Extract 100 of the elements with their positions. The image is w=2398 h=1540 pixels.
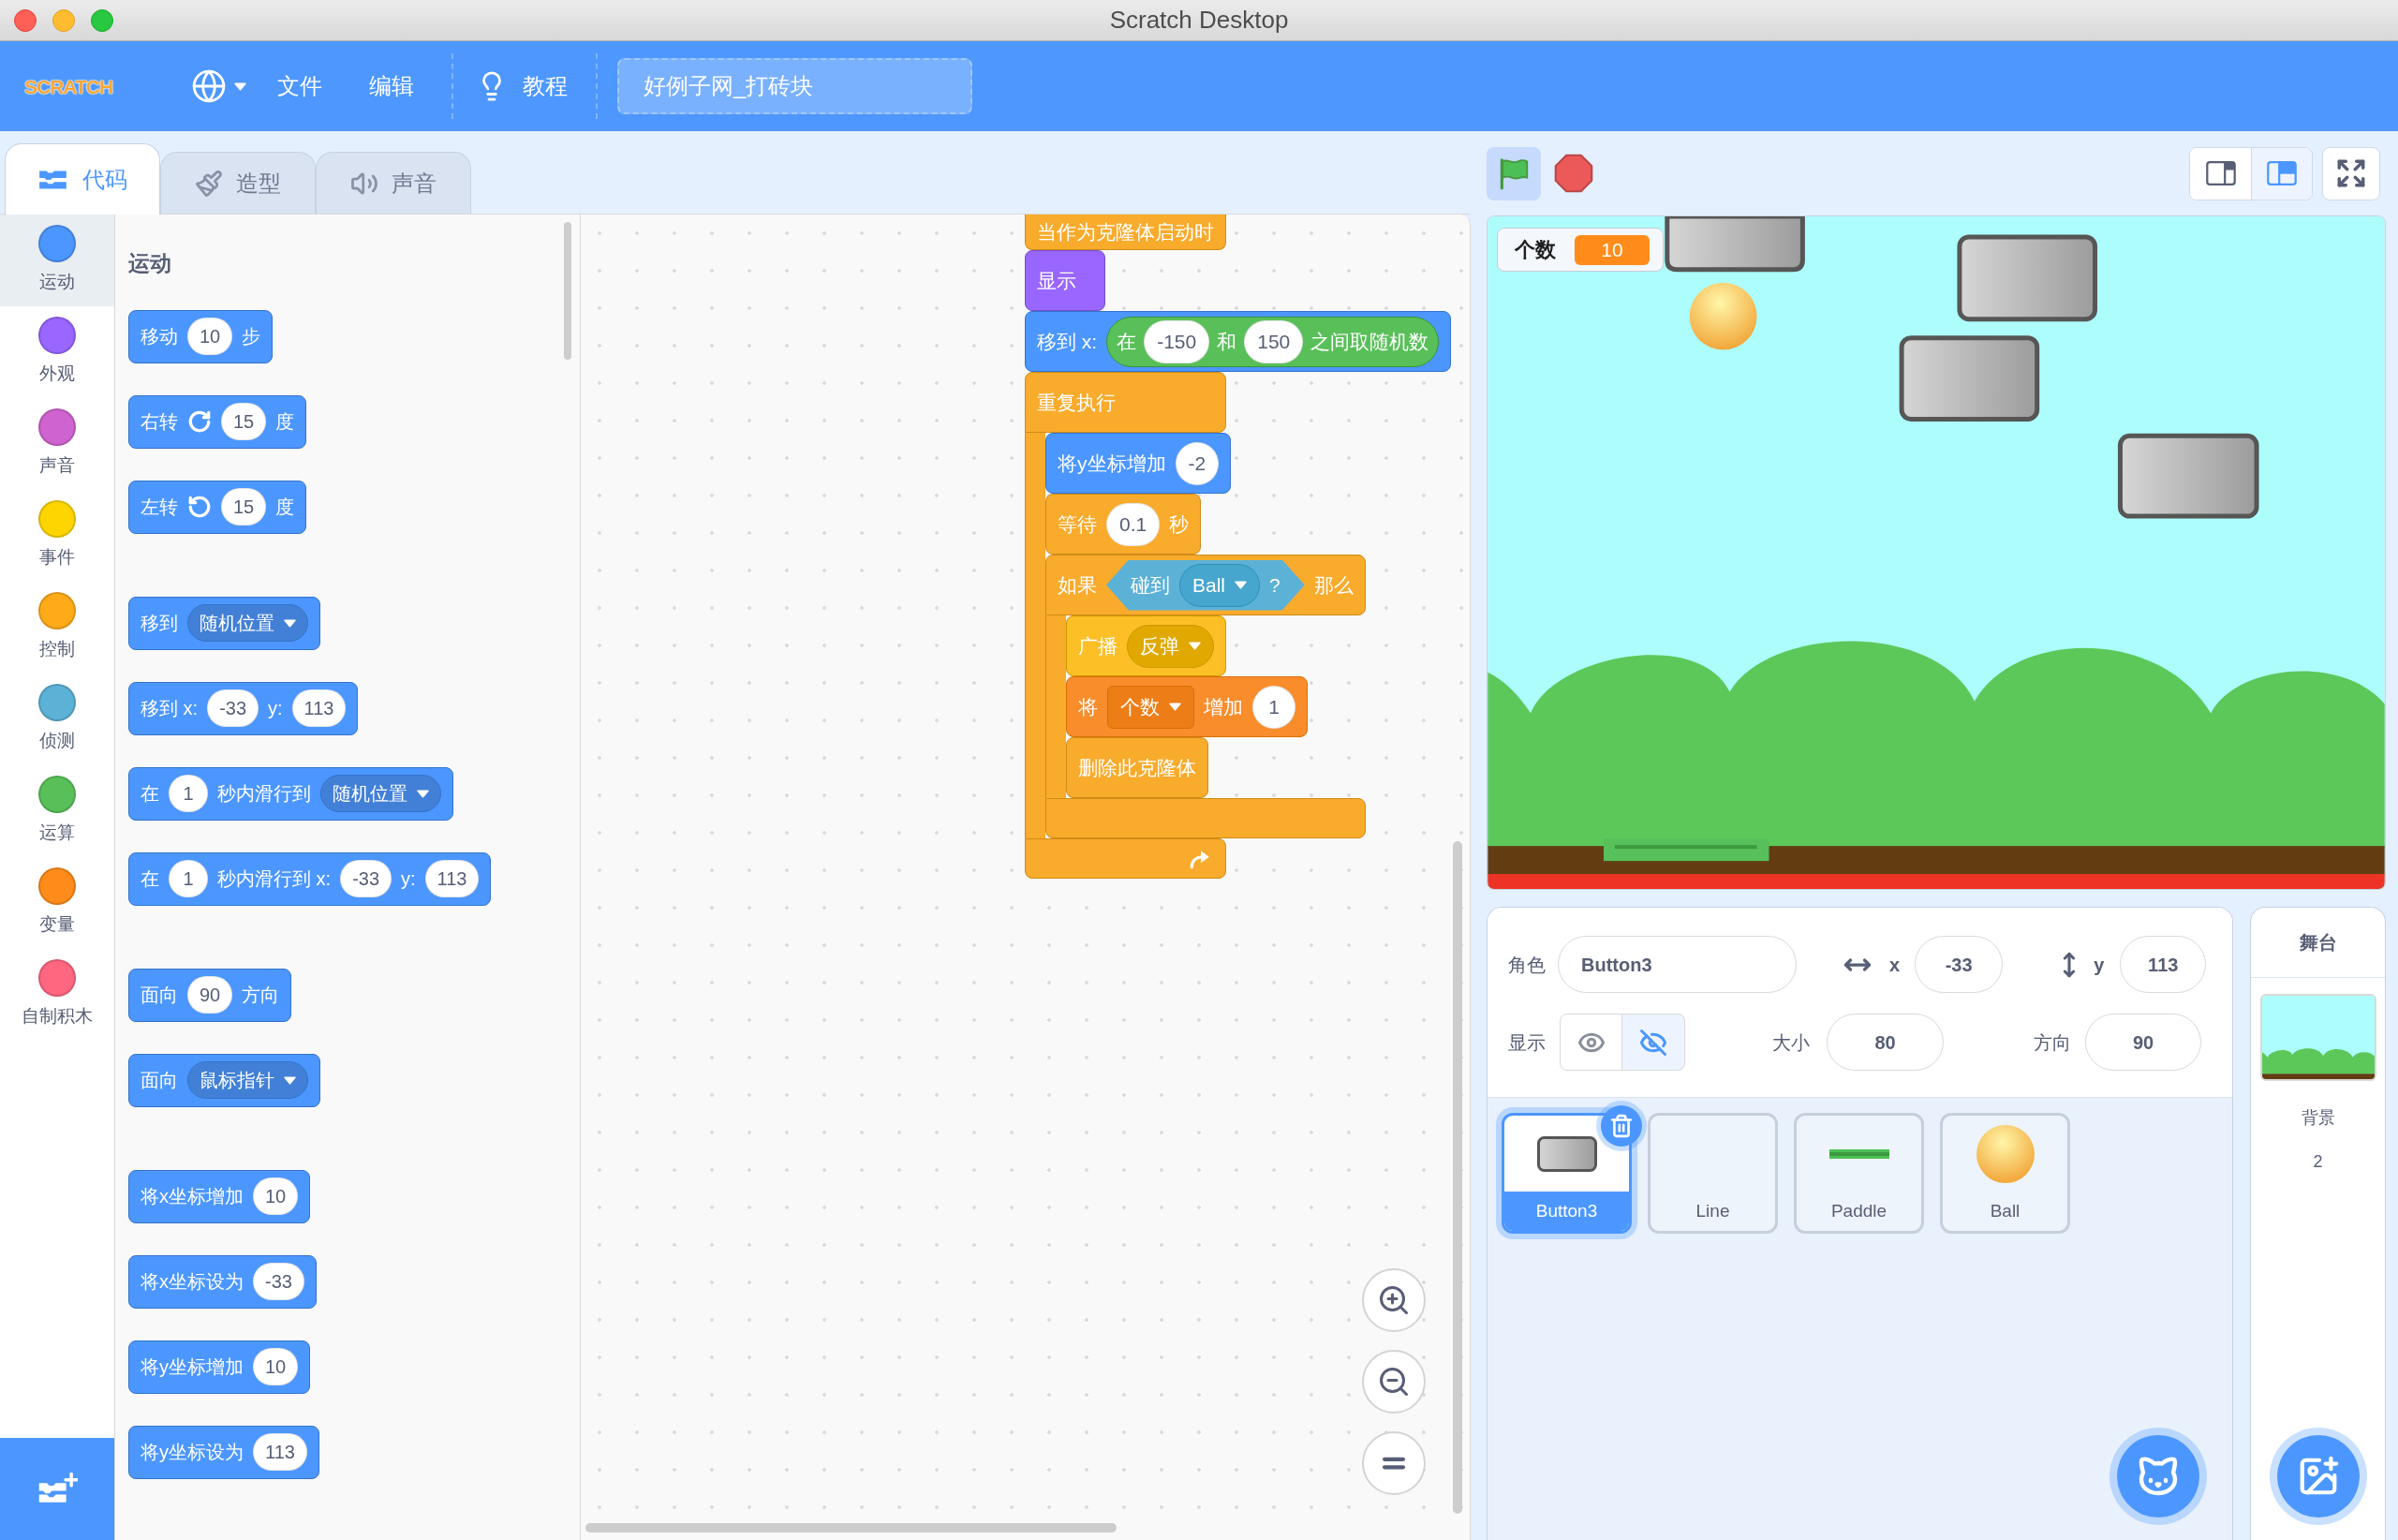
value-field[interactable]: 1 [169,775,208,812]
code-block[interactable]: 等待 0.1 秒 [1045,494,1202,555]
block-label: 方向 [242,984,280,1007]
sprite-tile[interactable]: Paddle [1794,1113,1924,1234]
add-extension-button[interactable] [0,1438,114,1540]
block-label: 移动 [141,325,178,348]
stage-selector-pane[interactable]: 舞台 背景 2 [2250,907,2386,1540]
sprite-name-field[interactable]: Button3 [1558,936,1797,993]
dropdown-menu[interactable]: 随机位置 [187,604,308,642]
code-block[interactable]: 移动 10 步 [128,309,274,363]
code-block[interactable]: 面向 90 方向 [128,968,292,1022]
scrollbar[interactable] [1453,841,1462,1514]
y-position-field[interactable]: 113 [2120,936,2207,993]
value-field[interactable]: -33 [207,689,259,727]
rotate-counterclockwise-icon [187,495,212,519]
value-field[interactable]: 113 [253,1433,307,1471]
code-block[interactable]: 右转 15 度 [128,394,307,449]
code-block[interactable]: 将x坐标设为 -33 [128,1254,317,1309]
sprite-tile[interactable]: Ball [1940,1113,2070,1234]
add-sprite-button[interactable] [2117,1435,2199,1518]
sprite-name: Line [1695,1199,1731,1222]
field-label: 角色 [1508,953,1546,977]
value-field[interactable]: 90 [187,976,233,1014]
brick-thumbnail [1536,1135,1597,1172]
direction-field[interactable]: 90 [2085,1014,2201,1071]
value-field[interactable]: 0.1 [1106,502,1161,546]
block-label: 移到 [141,612,178,635]
code-block[interactable]: 将y坐标增加 -2 [1045,433,1232,494]
value-field[interactable]: -33 [253,1263,304,1300]
stage-selector-title: 舞台 [2299,931,2337,955]
x-position-field[interactable]: -33 [1915,936,2004,993]
code-block[interactable]: 在 1 秒内滑行到 x: -33 y: 113 [128,851,492,906]
c-block-bottom[interactable] [1025,838,1226,879]
size-field[interactable]: 80 [1827,1014,1944,1071]
code-block[interactable]: 移到 x: 在 -150 和 150 之间取随机数 [1025,311,1452,372]
dropdown-menu[interactable]: 随机位置 [320,775,441,812]
globe-icon [191,68,228,104]
c-block-bottom[interactable] [1045,798,1366,838]
value-field[interactable]: 113 [291,689,347,727]
field-label: 大小 [1772,1030,1810,1055]
block-label: 在 [141,867,159,891]
reporter-block[interactable]: 在 -150 和 150 之间取随机数 [1106,316,1440,367]
close-window-button[interactable] [14,8,37,32]
category-item[interactable]: 运动 [0,215,114,306]
field-label: 显示 [1508,1030,1546,1055]
code-block[interactable]: 移到 x: -33 y: 113 [128,681,359,735]
code-block[interactable]: 左转 15 度 [128,480,307,534]
value-field[interactable]: 1 [169,860,208,897]
eye-off-icon [1639,1028,1667,1057]
stage-size-button[interactable] [2251,147,2312,200]
editor-tab[interactable]: 声音 [316,152,471,215]
flag-button[interactable] [1487,146,1541,200]
ball-thumbnail [1976,1124,2035,1183]
show-sprite-button[interactable] [1560,1014,1622,1071]
fullscreen-icon [2335,157,2367,189]
sprite-tile[interactable]: Line [1648,1113,1778,1234]
code-block[interactable]: 在 1 秒内滑行到 随机位置 [128,766,453,821]
block-label: 移到 x: [1037,329,1098,354]
minimize-window-button[interactable] [52,8,75,32]
value-field[interactable]: -33 [340,860,392,897]
block-label: 将y坐标增加 [1058,451,1166,476]
fullscreen-button[interactable] [2322,146,2380,200]
dropdown-menu[interactable]: 鼠标指针 [187,1061,308,1099]
zoom-window-button[interactable] [91,8,113,32]
value-field[interactable]: 1 [1252,685,1295,729]
block-label: y: [401,867,416,891]
field-label: 方向 [2034,1030,2071,1055]
value-field[interactable]: 10 [187,318,233,355]
block-label: 将 [1078,694,1098,719]
value-field[interactable]: 150 [1244,319,1304,363]
code-block[interactable]: 面向 鼠标指针 [128,1053,320,1107]
stop-icon [1554,154,1593,193]
block-label: 秒 [1169,511,1190,537]
value-field[interactable]: 10 [253,1177,299,1215]
c-block-side[interactable] [1045,615,1066,798]
value-field[interactable]: 113 [424,860,480,897]
backdrop-count: 2 [2313,1151,2323,1173]
scrollbar[interactable] [585,1523,1117,1533]
add-backdrop-button[interactable] [2277,1435,2360,1518]
value-field[interactable]: 15 [221,488,267,526]
caret-icon [234,81,247,91]
hide-sprite-button[interactable] [1622,1014,1685,1071]
code-block[interactable]: 显示 [1025,250,1105,311]
code-block[interactable]: 将y坐标增加 10 [128,1340,311,1394]
value-field[interactable]: -150 [1144,319,1210,363]
block-label: 在 [1117,329,1137,354]
code-block[interactable]: 移到 随机位置 [128,596,320,650]
code-block[interactable]: 将x坐标增加 10 [128,1169,311,1223]
editor-tab[interactable]: 造型 [160,152,316,215]
caret-icon [284,1075,296,1085]
value-field[interactable]: 10 [253,1348,299,1385]
value-field[interactable]: -2 [1175,441,1220,485]
delete-sprite-button[interactable] [1601,1105,1642,1147]
code-block[interactable]: 将y坐标设为 113 [128,1425,319,1479]
scrollbar[interactable] [564,222,571,360]
c-block-side[interactable] [1025,433,1045,838]
value-field[interactable]: 15 [221,403,267,440]
code-block[interactable]: 将 个数 增加 1 [1066,676,1308,737]
backdrops-label: 背景 [2301,1107,2335,1129]
field-label: y [2094,953,2105,977]
